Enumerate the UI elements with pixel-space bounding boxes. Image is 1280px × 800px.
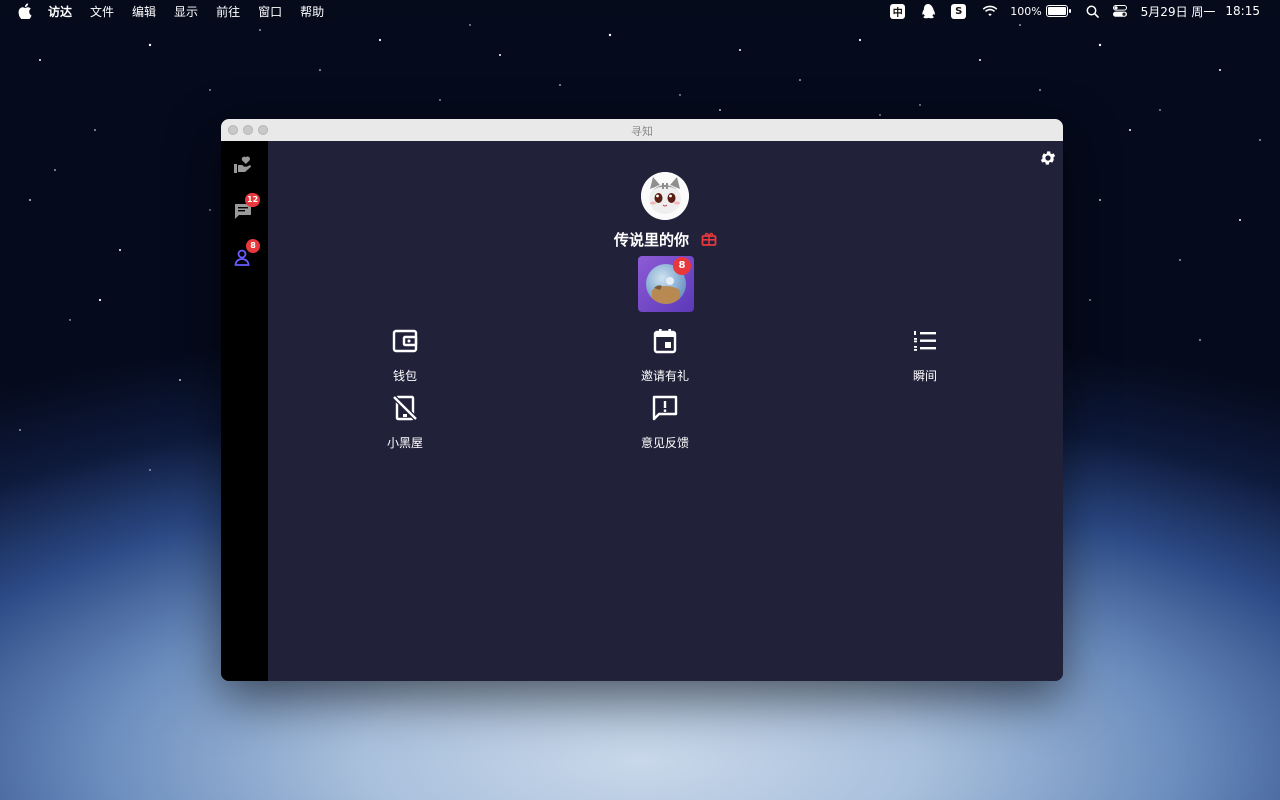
menu-time[interactable]: 18:15 xyxy=(1225,4,1260,18)
feature-wallet-label: 钱包 xyxy=(392,369,417,383)
profile-page: 传说里的你 8 钱包 邀请有礼 瞬间 小黑屋 意见反馈 xyxy=(268,141,1063,681)
feature-moments[interactable]: 瞬间 xyxy=(865,327,985,384)
room-card[interactable]: 8 xyxy=(638,256,694,312)
sidebar-item-discover[interactable] xyxy=(233,155,255,177)
menu-app-name[interactable]: 访达 xyxy=(48,3,72,20)
menu-go[interactable]: 前往 xyxy=(216,3,240,20)
sogou-icon[interactable]: S xyxy=(951,3,967,19)
qq-icon[interactable] xyxy=(921,3,936,19)
control-center-icon[interactable] xyxy=(1112,5,1127,17)
feature-feedback[interactable]: 意见反馈 xyxy=(605,394,725,451)
settings-gear-icon[interactable] xyxy=(1039,149,1057,167)
menu-bar: 访达 文件 编辑 显示 前往 窗口 帮助 中 S 100% 5月29日 周一 1… xyxy=(0,0,1280,22)
profile-badge: 8 xyxy=(246,239,260,253)
window-titlebar[interactable]: 寻知 xyxy=(221,119,1063,142)
gift-icon[interactable] xyxy=(701,231,717,247)
battery-percent: 100% xyxy=(1010,4,1042,18)
room-badge: 8 xyxy=(673,257,691,275)
messages-badge: 12 xyxy=(245,193,261,207)
menu-window[interactable]: 窗口 xyxy=(258,3,282,20)
feature-invite[interactable]: 邀请有礼 xyxy=(605,327,725,384)
wifi-icon[interactable] xyxy=(982,5,998,17)
input-method-icon[interactable]: 中 xyxy=(890,3,906,19)
wallet-icon xyxy=(392,329,418,353)
username-row: 传说里的你 xyxy=(268,229,1063,249)
apple-logo-icon[interactable] xyxy=(18,3,32,19)
list-icon xyxy=(914,331,936,351)
menu-help[interactable]: 帮助 xyxy=(300,3,324,20)
calendar-icon xyxy=(653,329,677,354)
username: 传说里的你 xyxy=(613,230,689,249)
input-method-label: 中 xyxy=(890,3,906,19)
feature-blacklist-label: 小黑屋 xyxy=(386,436,423,450)
feature-invite-label: 邀请有礼 xyxy=(640,369,689,383)
sogou-label: S xyxy=(951,3,967,19)
sidebar-item-profile[interactable]: 8 xyxy=(233,239,260,269)
sidebar-item-messages[interactable]: 12 xyxy=(233,193,261,223)
no-phone-icon xyxy=(392,395,418,421)
window-title: 寻知 xyxy=(631,125,653,138)
heart-hand-icon xyxy=(234,156,251,173)
feature-moments-label: 瞬间 xyxy=(912,369,937,383)
sidebar: 12 8 xyxy=(221,141,268,681)
menu-edit[interactable]: 编辑 xyxy=(132,3,156,20)
app-window: 寻知 12 8 传说里的你 8 钱包 邀请有礼 瞬间 小黑屋 意见反馈 xyxy=(221,119,1063,681)
cat-avatar-icon xyxy=(641,172,689,220)
feedback-icon xyxy=(652,395,678,421)
feature-blacklist[interactable]: 小黑屋 xyxy=(345,394,465,451)
penguin-icon xyxy=(922,4,936,19)
menu-view[interactable]: 显示 xyxy=(174,3,198,20)
menu-date[interactable]: 5月29日 周一 xyxy=(1141,3,1216,20)
spotlight-search-icon[interactable] xyxy=(1086,5,1099,18)
user-avatar[interactable] xyxy=(641,172,689,220)
feature-feedback-label: 意见反馈 xyxy=(640,436,689,450)
feature-wallet[interactable]: 钱包 xyxy=(345,327,465,384)
menu-file[interactable]: 文件 xyxy=(90,3,114,20)
battery-icon[interactable] xyxy=(1045,5,1071,17)
